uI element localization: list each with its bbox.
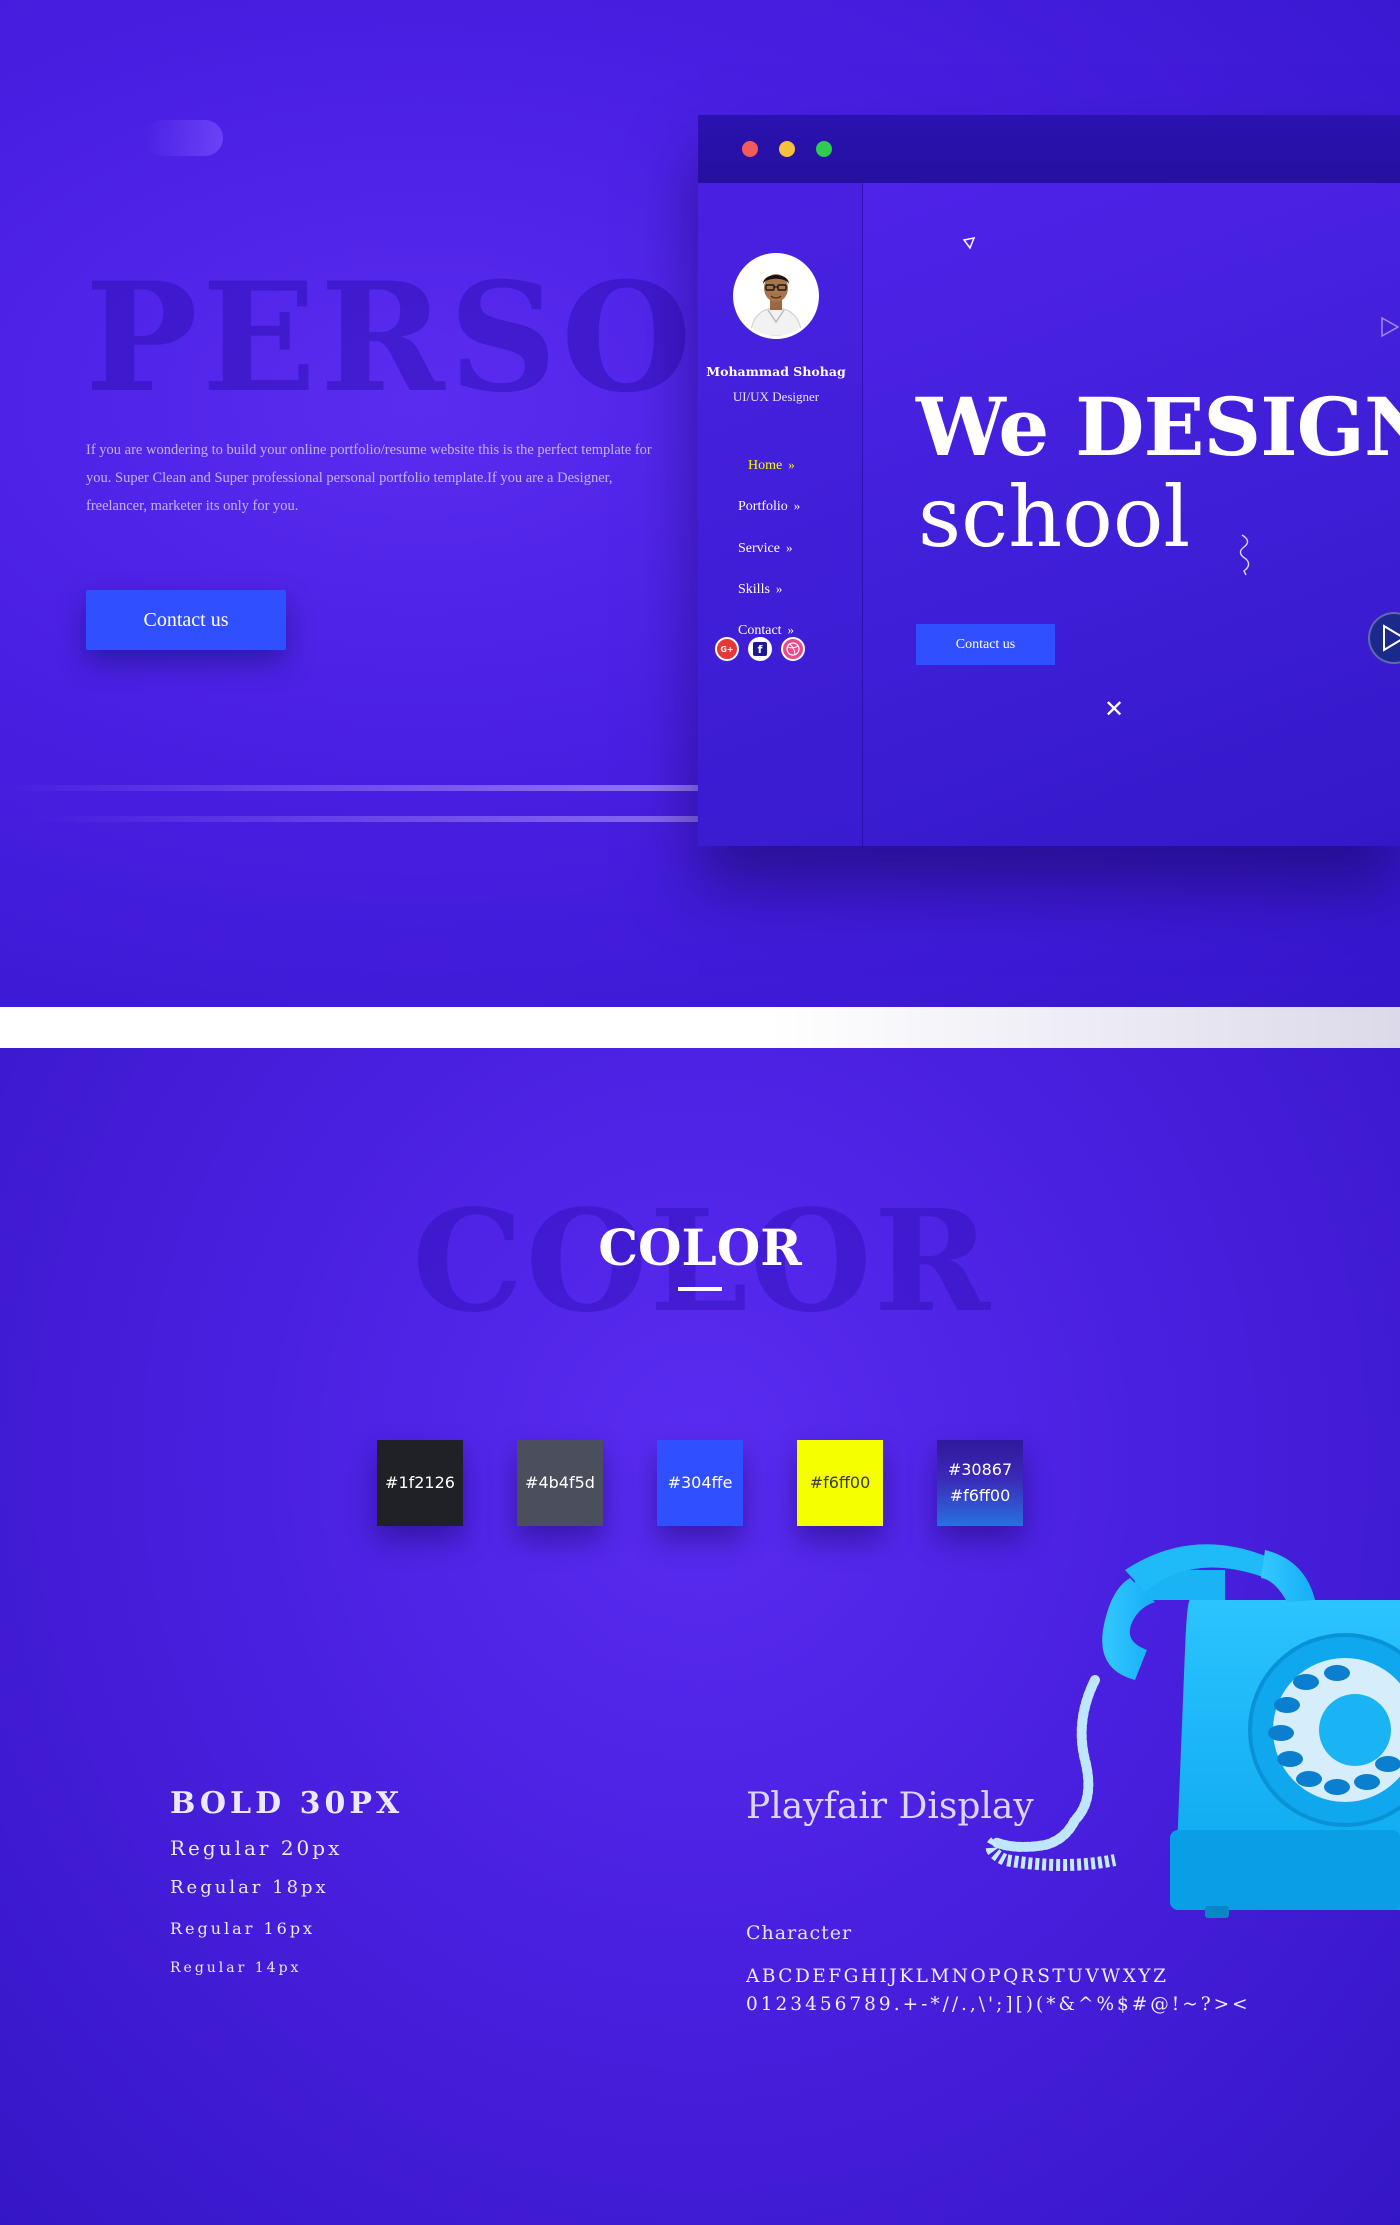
telephone-icon	[985, 1544, 1400, 1918]
facebook-glyph: f	[757, 642, 763, 656]
window-maximize-dot[interactable]	[816, 141, 832, 157]
hero-section: PERSONAL If you are wondering to build y…	[0, 0, 1400, 1007]
character-numbers-symbols: 0123456789.+-*//.,\';][)(*&^%$#@!~?><	[746, 1994, 1251, 2015]
decorative-line	[0, 785, 700, 791]
nav-item-label: Home	[748, 458, 783, 473]
nav-item-contact[interactable]: Contact »	[738, 622, 794, 639]
nav-item-skills[interactable]: Skills »	[738, 581, 782, 598]
nav-item-label: Service	[738, 541, 780, 556]
swatch-label: #4b4f5d	[525, 1473, 595, 1492]
play-triangle-icon	[1381, 316, 1400, 338]
facebook-icon[interactable]: f	[748, 637, 772, 661]
play-glyph-icon	[1383, 624, 1400, 652]
mockup-headline-bold: We DESIGN	[916, 380, 1400, 474]
nav-item-label: Contact	[738, 623, 782, 638]
font-family-name: Playfair Display	[746, 1786, 1034, 1827]
avatar-portrait-icon	[736, 256, 816, 336]
dribbble-icon[interactable]	[781, 637, 805, 661]
google-plus-glyph: G+	[720, 644, 734, 654]
chevron-right-icon: »	[785, 540, 793, 555]
nav-item-home[interactable]: Home »	[748, 457, 795, 474]
type-sample-regular-16: Regular 16px	[170, 1919, 316, 1938]
squiggle-icon	[1239, 534, 1250, 576]
hero-contact-button[interactable]: Contact us	[86, 590, 286, 650]
color-swatch: #f6ff00	[797, 1440, 883, 1526]
type-sample-regular-20: Regular 20px	[170, 1836, 343, 1860]
nav-item-label: Skills	[738, 582, 770, 597]
browser-titlebar	[698, 115, 1400, 183]
avatar	[733, 253, 819, 339]
decorative-line	[30, 816, 700, 822]
swatch-label-bottom: #f6ff00	[949, 1486, 1011, 1505]
type-sample-bold: BOLD 30PX	[170, 1786, 404, 1821]
profile-role: UI/UX Designer	[732, 389, 820, 404]
swatch-label: #304ffe	[667, 1473, 733, 1492]
profile-name: Mohammad Shohag	[706, 364, 846, 379]
color-title: COLOR	[598, 1218, 802, 1277]
character-alphabet: ABCDEFGHIJKLMNOPQRSTUVWXYZ	[746, 1966, 1169, 1987]
gradient-swatch: #30867 #f6ff00	[937, 1440, 1023, 1526]
window-minimize-dot[interactable]	[779, 141, 795, 157]
nav-item-portfolio[interactable]: Portfolio »	[738, 498, 800, 515]
color-swatch: #1f2126	[377, 1440, 463, 1526]
facebook-glyph-box: f	[753, 642, 767, 656]
chevron-right-icon: »	[788, 457, 795, 472]
chevron-right-icon: »	[787, 622, 795, 637]
section-divider	[0, 1007, 1400, 1048]
color-swatch: #304ffe	[657, 1440, 743, 1526]
type-sample-regular-14: Regular 14px	[170, 1960, 302, 1976]
type-sample-regular-18: Regular 18px	[170, 1877, 329, 1898]
mockup-headline-regular: school	[918, 468, 1191, 566]
character-label: Character	[746, 1922, 853, 1944]
chevron-right-icon: »	[775, 581, 783, 596]
nav-item-label: Portfolio	[738, 499, 788, 514]
swatch-label: #1f2126	[385, 1473, 455, 1492]
chevron-right-icon: »	[793, 498, 801, 513]
nav-item-service[interactable]: Service »	[738, 540, 792, 557]
window-close-dot[interactable]	[742, 141, 758, 157]
google-plus-icon[interactable]: G+	[715, 637, 739, 661]
color-swatch: #4b4f5d	[517, 1440, 603, 1526]
hero-description: If you are wondering to build your onlin…	[86, 442, 652, 514]
triangle-outline-icon	[962, 236, 976, 250]
swatch-label: #f6ff00	[809, 1473, 871, 1492]
play-button-icon[interactable]	[1368, 612, 1400, 664]
mockup-contact-button[interactable]: Contact us	[916, 624, 1055, 665]
decorative-pill	[145, 120, 223, 156]
close-icon: ✕	[1104, 695, 1125, 723]
swatch-label-top: #30867	[947, 1460, 1013, 1479]
title-underline	[678, 1287, 722, 1291]
dribbble-glyph-icon	[786, 642, 800, 656]
